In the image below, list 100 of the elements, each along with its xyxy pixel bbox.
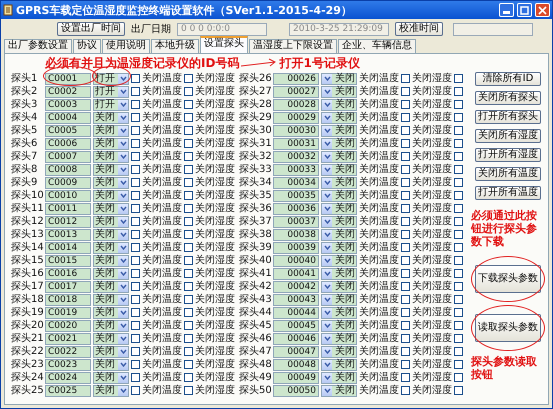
- mode-dropdown[interactable]: 关闭: [93, 254, 129, 266]
- checkbox[interactable]: [401, 386, 410, 395]
- checkbox[interactable]: [401, 165, 410, 174]
- id-field[interactable]: 00039: [273, 242, 319, 254]
- checkbox[interactable]: [184, 308, 193, 317]
- read-button[interactable]: 读取探头参数: [475, 314, 541, 342]
- checkbox[interactable]: [131, 360, 140, 369]
- id-field[interactable]: 00041: [273, 268, 319, 280]
- mode-dropdown[interactable]: 关闭: [93, 372, 129, 384]
- checkbox[interactable]: [184, 386, 193, 395]
- checkbox[interactable]: [131, 386, 140, 395]
- mode-dropdown[interactable]: 关闭: [321, 190, 357, 202]
- id-field[interactable]: C0010: [45, 190, 91, 202]
- mode-dropdown[interactable]: 关闭: [321, 216, 357, 228]
- id-field[interactable]: C0019: [45, 306, 91, 318]
- checkbox[interactable]: [401, 308, 410, 317]
- checkbox[interactable]: [454, 360, 463, 369]
- id-field[interactable]: C0022: [45, 346, 91, 358]
- mode-dropdown[interactable]: 关闭: [93, 164, 129, 176]
- checkbox[interactable]: [131, 113, 140, 122]
- tab[interactable]: 设置探头: [200, 36, 248, 53]
- checkbox[interactable]: [401, 126, 410, 135]
- checkbox[interactable]: [131, 373, 140, 382]
- id-field[interactable]: 00045: [273, 320, 319, 332]
- close-button[interactable]: [535, 3, 550, 17]
- id-field[interactable]: C0013: [45, 228, 91, 240]
- mode-dropdown[interactable]: 关闭: [93, 228, 129, 240]
- mode-dropdown[interactable]: 关闭: [93, 216, 129, 228]
- mode-dropdown[interactable]: 关闭: [93, 384, 129, 396]
- mode-dropdown[interactable]: 关闭: [93, 320, 129, 332]
- checkbox[interactable]: [454, 386, 463, 395]
- id-field[interactable]: C0004: [45, 112, 91, 124]
- mode-dropdown[interactable]: 关闭: [93, 346, 129, 358]
- id-field[interactable]: 00044: [273, 306, 319, 318]
- checkbox[interactable]: [454, 269, 463, 278]
- checkbox[interactable]: [454, 347, 463, 356]
- checkbox[interactable]: [131, 178, 140, 187]
- checkbox[interactable]: [401, 321, 410, 330]
- mode-dropdown[interactable]: 关闭: [93, 202, 129, 214]
- mode-dropdown[interactable]: 关闭: [321, 306, 357, 318]
- id-field[interactable]: 00040: [273, 254, 319, 266]
- checkbox[interactable]: [401, 360, 410, 369]
- mode-dropdown[interactable]: 关闭: [321, 202, 357, 214]
- checkbox[interactable]: [401, 204, 410, 213]
- id-field[interactable]: C0017: [45, 280, 91, 292]
- mode-dropdown[interactable]: 关闭: [93, 242, 129, 254]
- checkbox[interactable]: [184, 126, 193, 135]
- checkbox[interactable]: [131, 100, 140, 109]
- id-field[interactable]: 00030: [273, 124, 319, 136]
- id-field[interactable]: C0011: [45, 202, 91, 214]
- id-field[interactable]: 00046: [273, 332, 319, 344]
- checkbox[interactable]: [131, 165, 140, 174]
- action-button[interactable]: 打开所有温度: [475, 186, 541, 200]
- checkbox[interactable]: [454, 204, 463, 213]
- mode-dropdown[interactable]: 关闭: [93, 190, 129, 202]
- checkbox[interactable]: [131, 347, 140, 356]
- mode-dropdown[interactable]: 关闭: [321, 384, 357, 396]
- checkbox[interactable]: [454, 217, 463, 226]
- checkbox[interactable]: [131, 217, 140, 226]
- checkbox[interactable]: [184, 217, 193, 226]
- checkbox[interactable]: [454, 126, 463, 135]
- mode-dropdown[interactable]: 关闭: [93, 112, 129, 124]
- id-field[interactable]: 00034: [273, 176, 319, 188]
- checkbox[interactable]: [131, 230, 140, 239]
- mode-dropdown[interactable]: 关闭: [93, 268, 129, 280]
- mode-dropdown[interactable]: 关闭: [321, 164, 357, 176]
- checkbox[interactable]: [401, 295, 410, 304]
- mode-dropdown[interactable]: 关闭: [93, 332, 129, 344]
- mode-dropdown[interactable]: 关闭: [93, 280, 129, 292]
- checkbox[interactable]: [401, 256, 410, 265]
- checkbox[interactable]: [454, 100, 463, 109]
- action-button[interactable]: 打开所有探头: [475, 110, 541, 124]
- checkbox[interactable]: [454, 113, 463, 122]
- checkbox[interactable]: [131, 87, 140, 96]
- id-field[interactable]: 00026: [273, 72, 319, 84]
- checkbox[interactable]: [184, 321, 193, 330]
- minimize-button[interactable]: [499, 3, 514, 17]
- checkbox[interactable]: [131, 256, 140, 265]
- id-field[interactable]: C0002: [45, 86, 91, 98]
- id-field[interactable]: 00037: [273, 216, 319, 228]
- id-field[interactable]: 00028: [273, 98, 319, 110]
- mode-dropdown[interactable]: 关闭: [321, 72, 357, 84]
- mode-dropdown[interactable]: 关闭: [321, 176, 357, 188]
- mode-dropdown[interactable]: 关闭: [93, 138, 129, 150]
- mode-dropdown[interactable]: 打开: [93, 86, 129, 98]
- id-field[interactable]: C0024: [45, 372, 91, 384]
- checkbox[interactable]: [401, 373, 410, 382]
- mode-dropdown[interactable]: 关闭: [321, 320, 357, 332]
- id-field[interactable]: 00029: [273, 112, 319, 124]
- checkbox[interactable]: [184, 295, 193, 304]
- checkbox[interactable]: [454, 334, 463, 343]
- checkbox[interactable]: [184, 100, 193, 109]
- checkbox[interactable]: [401, 178, 410, 187]
- checkbox[interactable]: [184, 347, 193, 356]
- checkbox[interactable]: [184, 191, 193, 200]
- tab[interactable]: 协议: [73, 39, 101, 53]
- id-field[interactable]: 00033: [273, 164, 319, 176]
- id-field[interactable]: 00047: [273, 346, 319, 358]
- id-field[interactable]: C0012: [45, 216, 91, 228]
- checkbox[interactable]: [454, 373, 463, 382]
